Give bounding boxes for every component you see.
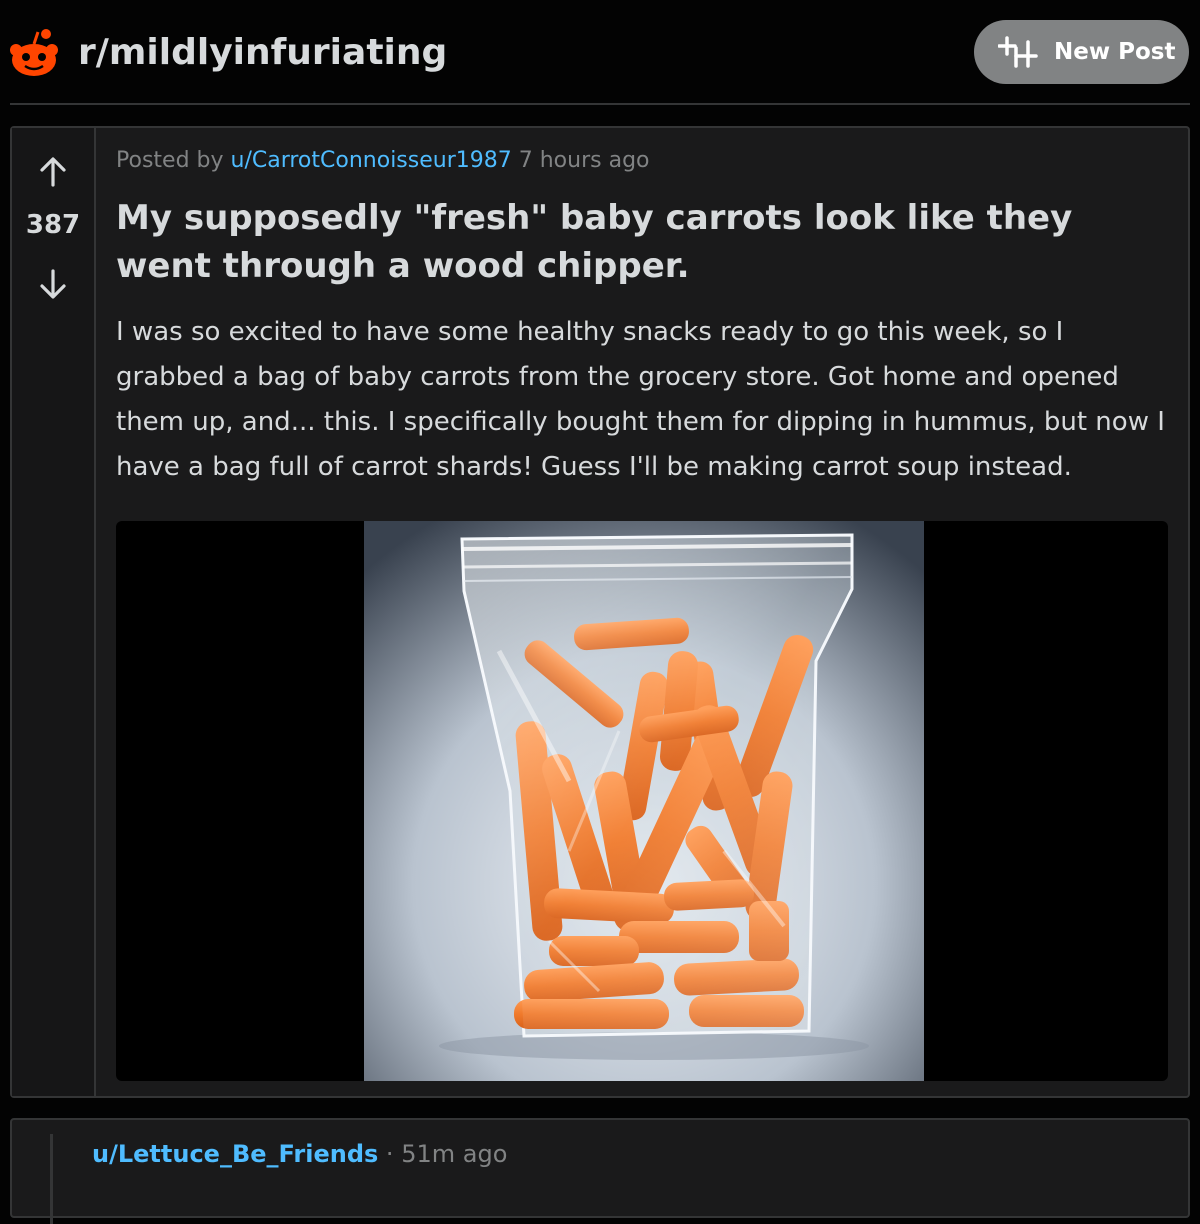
- comment-card: u/Lettuce_Be_Friends · 51m ago: [10, 1118, 1190, 1224]
- vote-column: 387: [12, 128, 96, 1096]
- comment-meta: u/Lettuce_Be_Friends · 51m ago: [92, 1140, 507, 1168]
- comment-separator: ·: [385, 1140, 394, 1168]
- header-divider: [10, 103, 1190, 105]
- subreddit-name[interactable]: r/mildlyinfuriating: [78, 30, 447, 76]
- post-title[interactable]: My supposedly "fresh" baby carrots look …: [116, 194, 1156, 290]
- new-post-label: New Post: [1054, 39, 1176, 65]
- posted-by-label: Posted by: [116, 148, 224, 173]
- post-author-link[interactable]: u/CarrotConnoisseur1987: [231, 148, 512, 173]
- comment-thread-line[interactable]: [50, 1134, 53, 1224]
- vote-score: 387: [25, 210, 81, 240]
- comment-author-link[interactable]: u/Lettuce_Be_Friends: [92, 1140, 378, 1168]
- post-card: 387 Posted by u/CarrotConnoisseur1987 7 …: [10, 126, 1190, 1098]
- new-post-button[interactable]: New Post: [974, 20, 1189, 84]
- comment-time: 51m ago: [401, 1140, 508, 1168]
- post-meta: Posted by u/CarrotConnoisseur1987 7 hour…: [116, 148, 650, 173]
- reddit-alien-icon[interactable]: [8, 28, 60, 78]
- post-image-container[interactable]: [116, 521, 1168, 1081]
- new-post-icon: [998, 36, 1038, 68]
- post-time: 7 hours ago: [518, 148, 650, 173]
- post-body: I was so excited to have some healthy sn…: [116, 317, 1165, 482]
- arrow-up-icon[interactable]: [36, 155, 70, 189]
- arrow-down-icon[interactable]: [36, 267, 70, 301]
- carrot-bag-image: [364, 521, 924, 1081]
- subreddit-header: r/mildlyinfuriating New Post: [0, 0, 1200, 105]
